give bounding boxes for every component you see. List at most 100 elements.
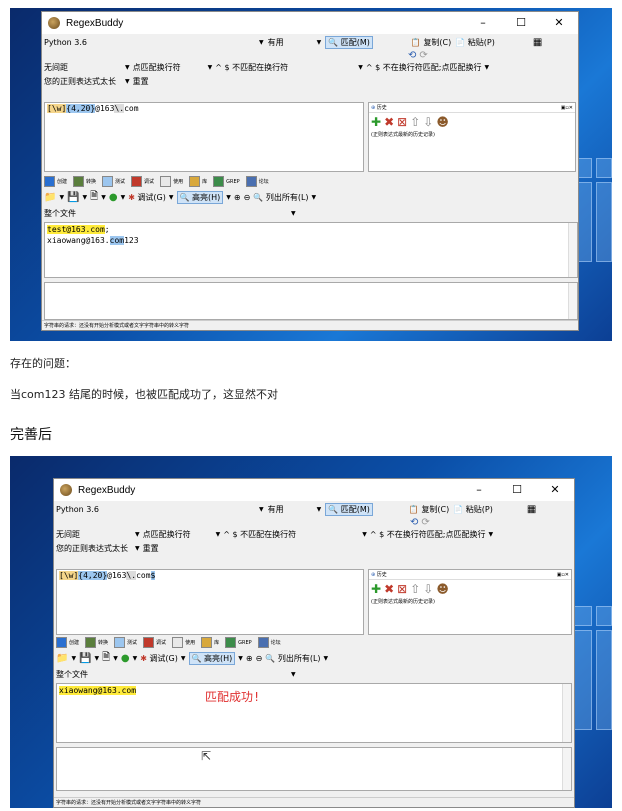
flavor-select[interactable]: Python 3.6 — [56, 505, 256, 514]
highlight-button[interactable]: 🔍 高亮(H) — [188, 651, 236, 665]
test-editor[interactable]: test@163.com; xiaowang@163.com123 — [44, 222, 578, 278]
grid-menu-icon[interactable]: ▦ — [533, 37, 542, 48]
tab-debug[interactable]: 调试 — [143, 637, 166, 648]
redo-icon[interactable]: ⟳ — [421, 517, 429, 528]
tab-create[interactable]: 创建 — [56, 637, 79, 648]
test-editor[interactable]: xiaowang@163.com 匹配成功! — [56, 683, 572, 743]
free-spacing-option[interactable]: 无间距 — [44, 62, 122, 73]
delete-all-icon[interactable]: ⊠ — [397, 115, 407, 129]
caret-option[interactable]: ^ $ 不匹配在换行符 — [223, 529, 359, 540]
chevron-down-icon[interactable]: ▼ — [121, 194, 126, 201]
regex-editor[interactable]: [\w]{4,20}@163\.com$ — [56, 569, 364, 635]
zoom-out-icon[interactable]: ⊖ — [256, 654, 263, 663]
document-icon[interactable]: 🗎 — [90, 189, 98, 206]
dot-option[interactable]: 点匹配换行符 — [143, 529, 213, 540]
tab-convert[interactable]: 转换 — [85, 637, 108, 648]
dot-option[interactable]: 点匹配换行符 — [133, 62, 205, 73]
tab-test[interactable]: 测试 — [102, 176, 125, 187]
match-button[interactable]: 🔍 匹配(M) — [325, 502, 373, 516]
chevron-down-icon[interactable]: ▼ — [226, 194, 231, 201]
chevron-down-icon[interactable]: ▼ — [317, 39, 322, 46]
reset-button[interactable]: 重置 — [143, 543, 159, 554]
move-up-icon[interactable]: ⇧ — [410, 582, 420, 596]
tab-test[interactable]: 测试 — [114, 637, 137, 648]
chevron-down-icon[interactable]: ▼ — [488, 531, 493, 538]
paste-button[interactable]: 📄 粘贴(P) — [453, 504, 493, 515]
scrollbar[interactable] — [562, 684, 571, 742]
caret-option-2[interactable]: ^ $ 不在换行符匹配;点匹配换行 — [370, 529, 486, 540]
maximize-button[interactable]: ☐ — [502, 12, 540, 34]
chevron-down-icon[interactable]: ▼ — [71, 655, 76, 662]
list-all-button[interactable]: 🔍 列出所有(L) — [265, 653, 320, 664]
tab-create[interactable]: 创建 — [44, 176, 67, 187]
chevron-down-icon[interactable]: ▼ — [181, 655, 186, 662]
tab-forum[interactable]: 论坛 — [257, 637, 281, 648]
regex-editor[interactable]: [\w]{4,20}@163\.com — [44, 102, 364, 172]
undo-icon[interactable]: ⟲ — [408, 50, 416, 61]
delete-icon[interactable]: ✖ — [384, 115, 394, 129]
zoom-out-icon[interactable]: ⊖ — [244, 193, 251, 202]
document-icon[interactable]: 🗎 — [102, 650, 110, 667]
maximize-button[interactable]: ☐ — [498, 479, 536, 501]
chevron-down-icon[interactable]: ▼ — [362, 531, 367, 538]
reset-button[interactable]: 重置 — [133, 76, 149, 87]
chevron-down-icon[interactable]: ▼ — [133, 655, 138, 662]
chevron-down-icon[interactable]: ▼ — [291, 671, 296, 678]
close-button[interactable]: ✕ — [536, 479, 574, 501]
buddy-icon[interactable]: ☻ — [436, 115, 449, 129]
chevron-down-icon[interactable]: ▼ — [259, 39, 264, 46]
chevron-down-icon[interactable]: ▼ — [216, 531, 221, 538]
chevron-down-icon[interactable]: ▼ — [238, 655, 243, 662]
scope-select[interactable]: 整个文件 — [56, 669, 288, 680]
tab-debug[interactable]: 调试 — [131, 176, 154, 187]
flavor-select[interactable]: Python 3.6 — [44, 38, 256, 47]
chevron-down-icon[interactable]: ▼ — [135, 545, 140, 552]
move-down-icon[interactable]: ⇩ — [423, 582, 433, 596]
debug-button[interactable]: ✱ 调试(G) — [128, 192, 166, 203]
chevron-down-icon[interactable]: ▼ — [324, 655, 329, 662]
move-up-icon[interactable]: ⇧ — [410, 115, 420, 129]
caret-option-2[interactable]: ^ $ 不在换行符匹配;点匹配换行 — [366, 62, 482, 73]
redo-icon[interactable]: ⟳ — [419, 50, 427, 61]
too-long-option[interactable]: 您的正则表达式太长 — [56, 543, 132, 554]
chevron-down-icon[interactable]: ▼ — [291, 210, 296, 217]
too-long-option[interactable]: 您的正则表达式太长 — [44, 76, 122, 87]
scrollbar[interactable] — [568, 223, 577, 277]
chevron-down-icon[interactable]: ▼ — [125, 64, 130, 71]
chevron-down-icon[interactable]: ▼ — [83, 194, 88, 201]
chevron-down-icon[interactable]: ▼ — [101, 194, 106, 201]
scrollbar[interactable] — [568, 283, 577, 319]
grid-menu-icon[interactable]: ▦ — [527, 504, 536, 515]
panel-controls-icon[interactable]: ▣▫✕ — [561, 103, 573, 113]
globe-icon[interactable]: ● — [121, 653, 130, 664]
highlight-button[interactable]: 🔍 高亮(H) — [176, 190, 224, 204]
use-mode-select[interactable]: 有用 — [268, 504, 314, 515]
chevron-down-icon[interactable]: ▼ — [113, 655, 118, 662]
chevron-down-icon[interactable]: ▼ — [208, 64, 213, 71]
scope-select[interactable]: 整个文件 — [44, 208, 288, 219]
tab-forum[interactable]: 论坛 — [245, 176, 269, 187]
delete-icon[interactable]: ✖ — [384, 582, 394, 596]
add-icon[interactable]: ✚ — [371, 115, 381, 129]
chevron-down-icon[interactable]: ▼ — [125, 78, 130, 85]
debug-button[interactable]: ✱ 调试(G) — [140, 653, 178, 664]
open-file-icon[interactable]: 📁 — [44, 192, 56, 203]
zoom-in-icon[interactable]: ⊕ — [246, 654, 253, 663]
tab-use[interactable]: 使用 — [172, 637, 195, 648]
chevron-down-icon[interactable]: ▼ — [169, 194, 174, 201]
chevron-down-icon[interactable]: ▼ — [312, 194, 317, 201]
list-all-button[interactable]: 🔍 列出所有(L) — [253, 192, 308, 203]
chevron-down-icon[interactable]: ▼ — [59, 194, 64, 201]
zoom-in-icon[interactable]: ⊕ — [234, 193, 241, 202]
minimize-button[interactable]: – — [460, 479, 498, 501]
free-spacing-option[interactable]: 无间距 — [56, 529, 132, 540]
panel-controls-icon[interactable]: ▣▫✕ — [557, 570, 569, 580]
chevron-down-icon[interactable]: ▼ — [135, 531, 140, 538]
copy-button[interactable]: 📋 复制(C) — [411, 37, 451, 48]
close-button[interactable]: ✕ — [540, 12, 578, 34]
undo-icon[interactable]: ⟲ — [410, 517, 418, 528]
chevron-down-icon[interactable]: ▼ — [358, 64, 363, 71]
scrollbar[interactable] — [562, 748, 571, 790]
tab-library[interactable]: 库 — [201, 637, 219, 648]
match-button[interactable]: 🔍 匹配(M) — [325, 35, 373, 49]
